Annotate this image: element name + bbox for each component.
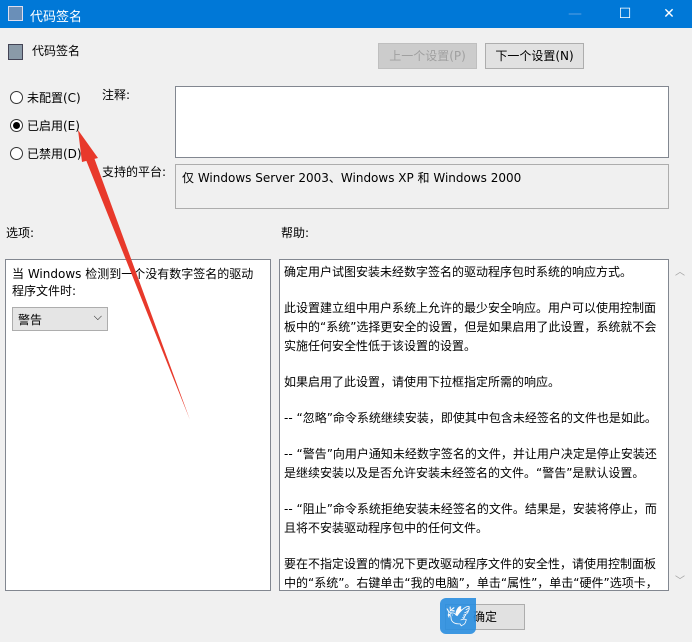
annotation-arrow xyxy=(78,130,190,420)
